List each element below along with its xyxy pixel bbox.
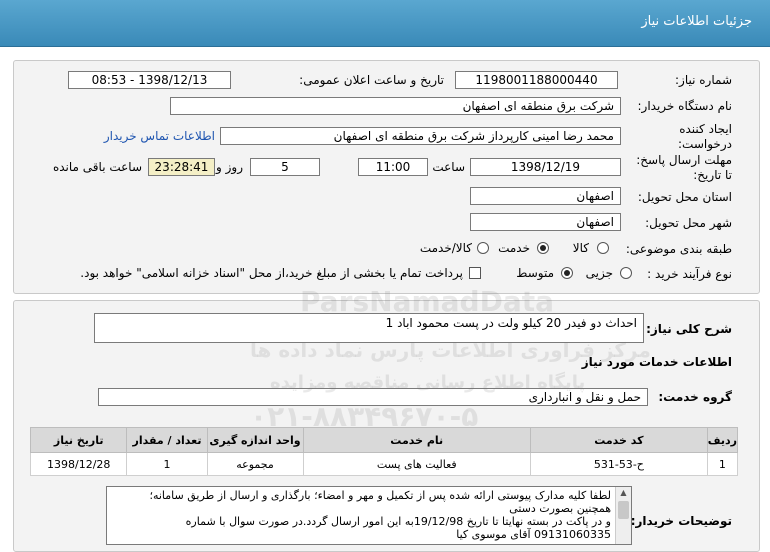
cell-service-name: فعالیت های پست — [302, 452, 531, 476]
buyer-notes-box[interactable]: لطفا کلیه مدارک پیوستی ارائه شده پس از ت… — [106, 486, 632, 545]
province-field: اصفهان — [470, 187, 621, 205]
page-header: جزئیات اطلاعات نیاز — [0, 0, 770, 47]
cell-quantity: 1 — [126, 452, 208, 476]
table-row: 1398/12/28 1 مجموعه فعالیت های پست ح-53-… — [29, 452, 739, 476]
days-label: روز و — [216, 160, 243, 174]
category-option-goods: کالا — [572, 241, 589, 255]
province-label: استان محل تحویل: — [637, 190, 732, 204]
category-radio-goods-service[interactable] — [477, 242, 489, 254]
group-field: حمل و نقل و انبارداری — [98, 388, 648, 406]
notes-scrollbar[interactable]: ▲ — [615, 487, 631, 544]
days-field: 5 — [250, 158, 320, 176]
announce-datetime-field: 1398/12/13 - 08:53 — [68, 71, 231, 89]
notes-line-4: 09131060335 آقای موسوی کیا — [456, 528, 611, 541]
summary-field: احداث دو فیدر 20 کیلو ولت در پست محمود ا… — [94, 313, 644, 343]
category-option-service: خدمت — [498, 241, 530, 255]
col-quantity: تعداد / مقدار — [126, 427, 208, 453]
treasury-payment-checkbox[interactable] — [469, 267, 481, 279]
col-unit: واحد اندازه گیری — [206, 427, 304, 453]
buyer-contact-link[interactable]: اطلاعات تماس خریدار — [104, 129, 215, 143]
services-heading: اطلاعات خدمات مورد نیاز — [581, 355, 732, 369]
remaining-time-field: 23:28:41 — [148, 158, 215, 176]
process-option-medium: متوسط — [516, 266, 554, 280]
summary-label: شرح کلی نیاز: — [646, 322, 732, 336]
page-title: جزئیات اطلاعات نیاز — [641, 14, 752, 29]
table-header-row: تاریخ نیاز تعداد / مقدار واحد اندازه گیر… — [29, 427, 739, 453]
cell-unit: مجموعه — [206, 452, 304, 476]
buyer-label: نام دستگاه خریدار: — [637, 99, 733, 113]
group-label: گروه خدمت: — [658, 390, 732, 404]
creator-label-1: ایجاد کننده — [679, 122, 732, 136]
scroll-up-arrow-icon[interactable]: ▲ — [616, 487, 631, 499]
process-option-minor: جزیی — [585, 266, 613, 280]
col-date: تاریخ نیاز — [29, 427, 128, 453]
process-radio-medium[interactable] — [561, 267, 573, 279]
deadline-time-label: ساعت — [432, 160, 465, 174]
process-label: نوع فرآیند خرید : — [647, 267, 732, 281]
city-field: اصفهان — [470, 213, 621, 231]
category-radio-goods[interactable] — [597, 242, 609, 254]
need-info-panel — [13, 60, 760, 294]
city-label: شهر محل تحویل: — [645, 216, 732, 230]
cell-service-code: ح-53-531 — [530, 452, 708, 476]
creator-field: محمد رضا امینی کارپرداز شرکت برق منطقه ا… — [220, 127, 621, 145]
col-service-code: کد خدمت — [530, 427, 708, 453]
notes-line-2: همچنین بصورت دستی — [509, 502, 611, 515]
deadline-label-1: مهلت ارسال پاسخ: — [636, 153, 732, 167]
category-radio-service[interactable] — [537, 242, 549, 254]
cell-row: 1 — [706, 452, 739, 476]
category-option-goods-service: کالا/خدمت — [419, 241, 472, 255]
process-radio-minor[interactable] — [620, 267, 632, 279]
need-number-label: شماره نیاز: — [675, 73, 732, 87]
creator-label-2: درخواست: — [678, 137, 732, 151]
services-table: تاریخ نیاز تعداد / مقدار واحد اندازه گیر… — [29, 427, 739, 476]
deadline-date-field: 1398/12/19 — [470, 158, 621, 176]
cell-date: 1398/12/28 — [29, 452, 128, 476]
notes-line-1: لطفا کلیه مدارک پیوستی ارائه شده پس از ت… — [149, 489, 611, 502]
deadline-time-field: 11:00 — [358, 158, 428, 176]
announce-label: تاریخ و ساعت اعلان عمومی: — [299, 73, 444, 87]
notes-line-3: و در پاکت در بسته نهایتا تا تاریخ 19/12/… — [185, 515, 611, 528]
category-label: طبقه بندی موضوعی: — [625, 242, 732, 256]
need-number-field: 1198001188000440 — [455, 71, 618, 89]
col-row: ردیف — [706, 427, 739, 453]
buyer-field: شرکت برق منطقه ای اصفهان — [170, 97, 621, 115]
scroll-thumb[interactable] — [618, 501, 629, 519]
treasury-payment-note: پرداخت تمام یا بخشی از مبلغ خرید،از محل … — [80, 266, 463, 280]
col-service-name: نام خدمت — [302, 427, 531, 453]
notes-label: توضیحات خریدار: — [630, 514, 732, 528]
remaining-label: ساعت باقی مانده — [52, 160, 142, 174]
deadline-label-2: تا تاریخ: — [693, 168, 732, 182]
